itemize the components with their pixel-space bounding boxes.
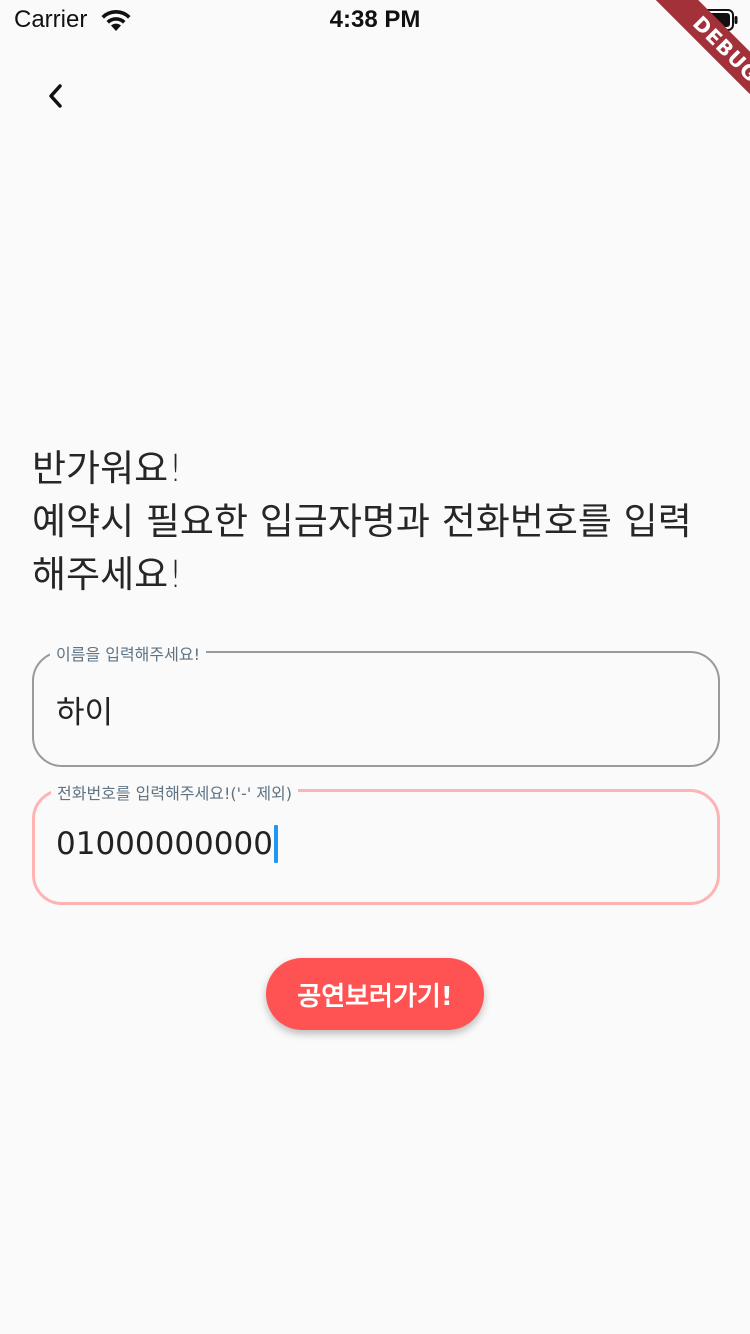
phone-field-input[interactable]: 01000000000 [56, 825, 278, 863]
phone-field-value: 01000000000 [56, 826, 273, 862]
back-button[interactable] [28, 72, 84, 120]
text-cursor [273, 825, 278, 863]
go-to-show-button[interactable]: 공연보러가기! [266, 958, 484, 1030]
debug-banner: DEBUG [630, 0, 750, 120]
page-title: 반가워요! 예약시 필요한 입금자명과 전화번호를 입력 해주세요! [32, 442, 732, 601]
name-field-value[interactable]: 하이 [56, 687, 113, 732]
name-field[interactable]: 이름을 입력해주세요! 하이 [32, 641, 720, 767]
phone-field-label: 전화번호를 입력해주세요!('-' 제외) [51, 780, 299, 804]
greeting-line-3: 해주세요! [32, 553, 183, 596]
debug-banner-label: DEBUG [644, 0, 750, 120]
greeting-line-1: 반가워요! [32, 447, 183, 490]
greeting-line-2: 예약시 필요한 입금자명과 전화번호를 입력 [32, 500, 692, 543]
name-field-label: 이름을 입력해주세요! [50, 641, 206, 665]
chevron-left-icon [49, 84, 62, 108]
phone-field[interactable]: 전화번호를 입력해주세요!('-' 제외) 01000000000 [32, 780, 720, 905]
